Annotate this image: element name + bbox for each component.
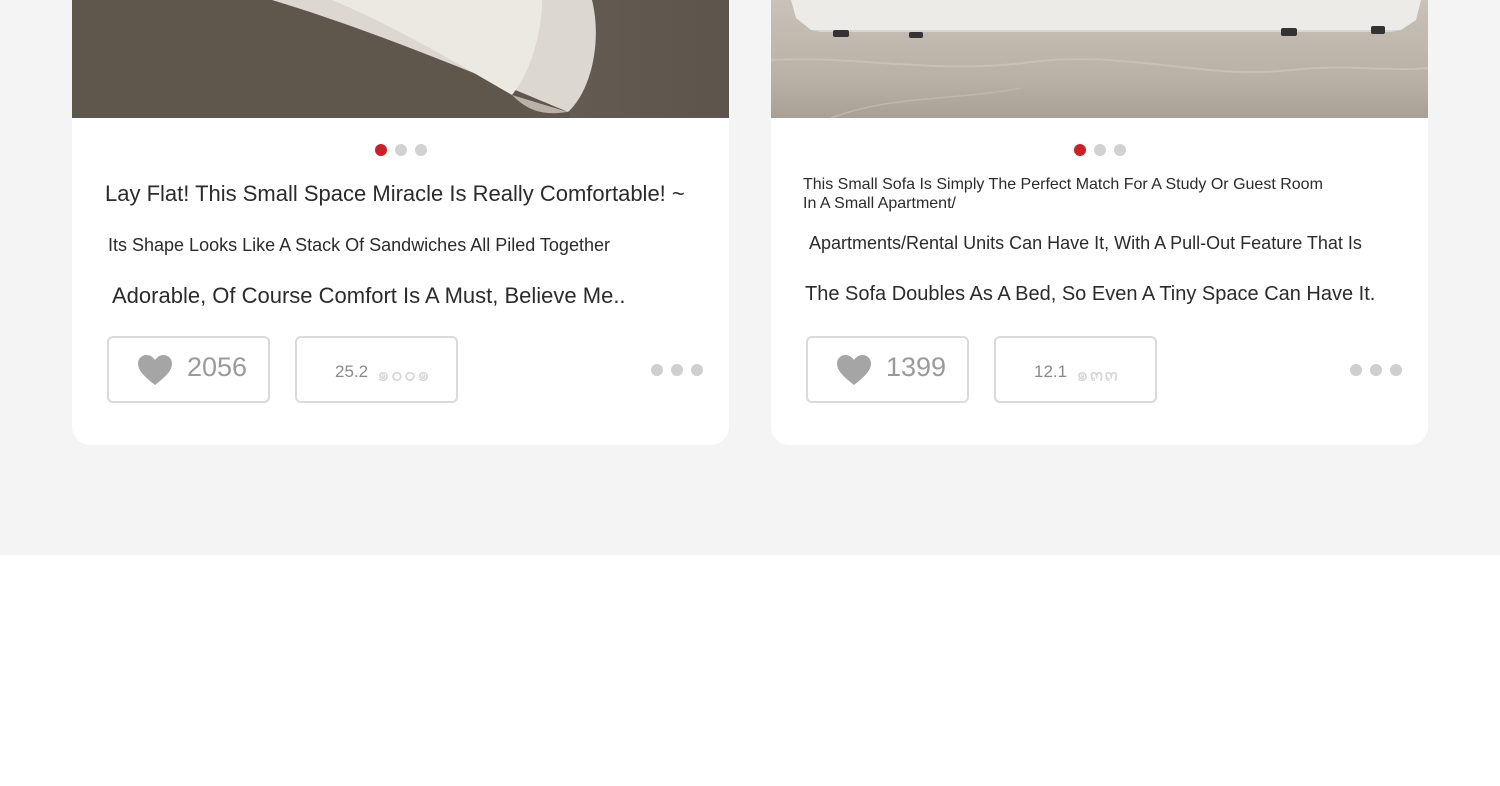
- carousel-dot[interactable]: [1093, 144, 1106, 156]
- share-faded-label: ๑๓๓: [1076, 364, 1120, 386]
- share-button[interactable]: 12.1 ๑๓๓: [994, 336, 1157, 403]
- post-image[interactable]: [771, 0, 1428, 118]
- post-image[interactable]: [72, 0, 729, 118]
- carousel-indicator[interactable]: [771, 144, 1428, 156]
- like-count: 1399: [886, 352, 947, 382]
- more-icon-dot: [691, 364, 703, 376]
- like-count: 2056: [187, 352, 248, 382]
- share-value: 25.2: [335, 362, 369, 381]
- sofa-photo: [771, 0, 1428, 118]
- post-caption-line: Lay Flat! This Small Space Miracle Is Re…: [105, 181, 685, 206]
- heart-icon: [138, 355, 172, 385]
- post-caption-line: This Small Sofa Is Simply The Perfect Ma…: [803, 176, 1323, 193]
- carousel-indicator[interactable]: [72, 144, 729, 156]
- post-card[interactable]: This Small Sofa Is Simply The Perfect Ma…: [771, 0, 1428, 445]
- sofa-photo: [72, 0, 596, 118]
- carousel-dot[interactable]: [414, 144, 427, 156]
- more-icon-dot: [651, 364, 663, 376]
- post-caption-line: Adorable, Of Course Comfort Is A Must, B…: [112, 283, 626, 308]
- more-button[interactable]: [1350, 360, 1410, 380]
- heart-icon: [837, 355, 871, 385]
- more-icon-dot: [1350, 364, 1362, 376]
- post-caption-line: The Sofa Doubles As A Bed, So Even A Tin…: [805, 283, 1376, 305]
- like-button[interactable]: 1399: [806, 336, 969, 403]
- post-card[interactable]: Lay Flat! This Small Space Miracle Is Re…: [72, 0, 729, 445]
- post-caption-line: Apartments/Rental Units Can Have It, Wit…: [809, 233, 1362, 253]
- more-button[interactable]: [651, 360, 711, 380]
- more-icon-dot: [1390, 364, 1402, 376]
- more-icon-dot: [671, 364, 683, 376]
- carousel-dot-active[interactable]: [374, 144, 387, 156]
- carousel-dot[interactable]: [394, 144, 407, 156]
- carousel-dot-active[interactable]: [1073, 144, 1086, 156]
- post-caption-line: Its Shape Looks Like A Stack Of Sandwich…: [108, 235, 610, 255]
- share-faded-label: ๑๐๐๑: [377, 364, 431, 386]
- share-value: 12.1: [1034, 362, 1068, 381]
- post-caption-line: In A Small Apartment/: [803, 195, 956, 212]
- carousel-dot[interactable]: [1113, 144, 1126, 156]
- more-icon-dot: [1370, 364, 1382, 376]
- like-button[interactable]: 2056: [107, 336, 270, 403]
- share-button[interactable]: 25.2 ๑๐๐๑: [295, 336, 458, 403]
